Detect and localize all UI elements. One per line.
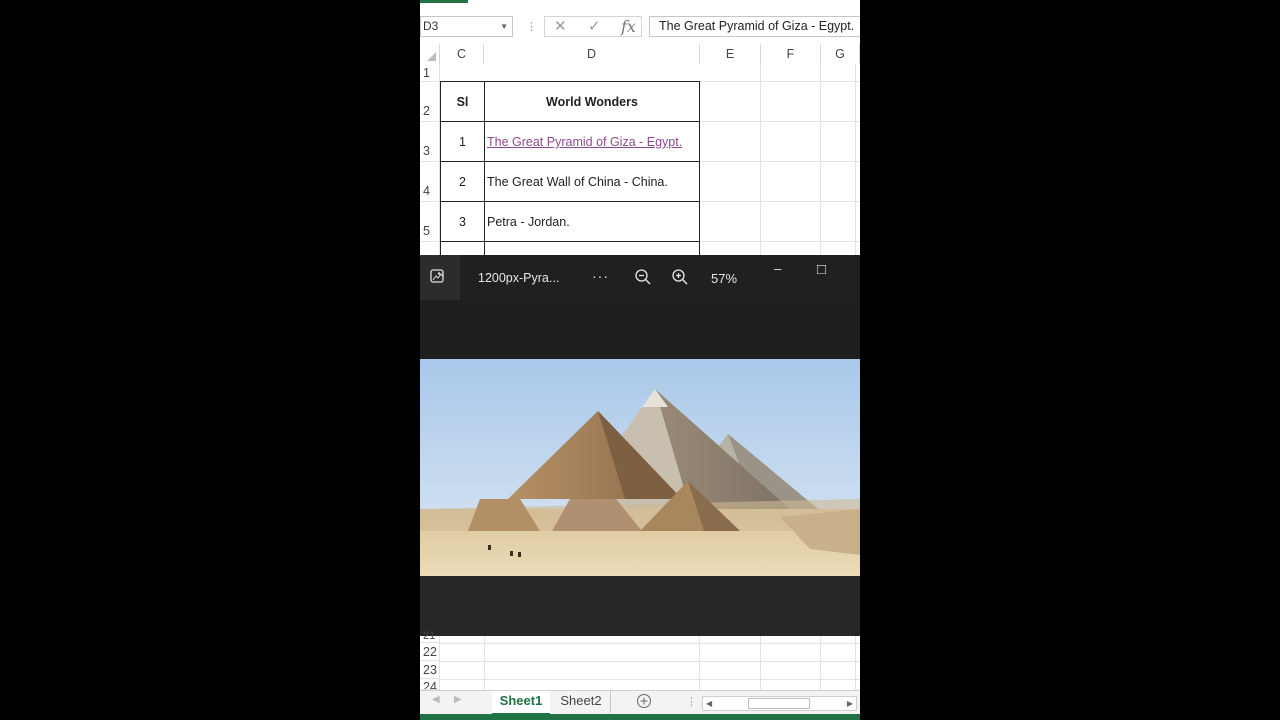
insert-function-icon[interactable]: fx bbox=[621, 17, 636, 36]
horizontal-scrollbar[interactable]: ◀ ▶ bbox=[702, 696, 857, 711]
formula-input[interactable]: The Great Pyramid of Giza - Egypt. bbox=[649, 16, 860, 37]
maximize-icon[interactable]: □ bbox=[817, 261, 826, 278]
scrollbar-thumb[interactable] bbox=[748, 698, 810, 709]
column-header-f[interactable]: F bbox=[761, 44, 821, 64]
formula-bar: D3 ▼ ⋮ ✕ ✓ fx The Great Pyramid of Giza … bbox=[420, 0, 860, 42]
photo-viewer-window: 1200px-Pyra... ··· 57% – □ bbox=[420, 255, 860, 636]
zoom-in-icon[interactable] bbox=[671, 268, 689, 291]
tab-split-grip-icon[interactable]: ⋮ bbox=[686, 695, 697, 708]
cell-wonder-3[interactable]: Petra - Jordan. bbox=[484, 201, 700, 242]
tab-sheet2[interactable]: Sheet2 bbox=[552, 691, 611, 713]
row-header-23[interactable]: 23 bbox=[420, 661, 440, 679]
row-header-1[interactable]: 1 bbox=[420, 64, 440, 82]
viewer-toolbar: 1200px-Pyra... ··· 57% – □ bbox=[420, 255, 860, 300]
name-box-value: D3 bbox=[423, 19, 439, 33]
row-header-22[interactable]: 22 bbox=[420, 643, 440, 661]
ribbon-accent bbox=[420, 0, 468, 3]
cell-wonder-2[interactable]: The Great Wall of China - China. bbox=[484, 161, 700, 202]
sheet-tab-bar: ◀ ▶ Sheet1 Sheet2 ⋮ ◀ ▶ bbox=[420, 690, 860, 715]
zoom-level[interactable]: 57% bbox=[711, 271, 737, 286]
worksheet-grid-lower: 21 22 23 24 bbox=[420, 630, 860, 690]
status-bar bbox=[420, 714, 860, 720]
chevron-down-icon[interactable]: ▼ bbox=[500, 17, 508, 36]
minimize-icon[interactable]: – bbox=[774, 261, 781, 276]
scroll-right-icon[interactable]: ▶ bbox=[454, 694, 462, 705]
row-header-4[interactable]: 4 bbox=[420, 162, 440, 202]
scroll-right-icon[interactable]: ▶ bbox=[847, 697, 853, 710]
row-header-3[interactable]: 3 bbox=[420, 122, 440, 162]
row-header-21[interactable]: 21 bbox=[420, 630, 440, 643]
tab-sheet1[interactable]: Sheet1 bbox=[492, 691, 550, 715]
select-all-corner[interactable] bbox=[420, 44, 440, 64]
pyramids-photo bbox=[420, 359, 860, 576]
more-options-icon[interactable]: ··· bbox=[592, 268, 609, 284]
cell-wonder-hyperlink-1[interactable]: The Great Pyramid of Giza - Egypt. bbox=[484, 121, 700, 162]
file-name: 1200px-Pyra... bbox=[478, 271, 560, 285]
column-header-e[interactable]: E bbox=[700, 44, 761, 64]
formula-buttons: ✕ ✓ fx bbox=[544, 16, 642, 37]
row-header-24[interactable]: 24 bbox=[420, 679, 440, 690]
scroll-left-icon[interactable]: ◀ bbox=[432, 694, 440, 705]
column-header-d[interactable]: D bbox=[484, 44, 700, 64]
header-cell-world-wonders[interactable]: World Wonders bbox=[484, 81, 700, 122]
row-header-2[interactable]: 2 bbox=[420, 82, 440, 122]
header-cell-sl[interactable]: Sl bbox=[440, 81, 485, 122]
column-header-g[interactable]: G bbox=[821, 44, 860, 64]
row-header-5[interactable]: 5 bbox=[420, 202, 440, 242]
zoom-out-icon[interactable] bbox=[634, 268, 652, 291]
formula-bar-grip-icon: ⋮ bbox=[526, 21, 537, 33]
cell-sl-3[interactable]: 3 bbox=[440, 201, 485, 242]
add-sheet-icon[interactable] bbox=[636, 693, 652, 714]
scroll-left-icon[interactable]: ◀ bbox=[706, 697, 712, 710]
cancel-icon[interactable]: ✕ bbox=[554, 17, 567, 36]
app-frame: D3 ▼ ⋮ ✕ ✓ fx The Great Pyramid of Giza … bbox=[420, 0, 860, 720]
name-box[interactable]: D3 ▼ bbox=[420, 16, 513, 37]
column-header-c[interactable]: C bbox=[440, 44, 484, 64]
photos-app-icon[interactable] bbox=[420, 255, 460, 300]
cell-sl-1[interactable]: 1 bbox=[440, 121, 485, 162]
cell-sl-2[interactable]: 2 bbox=[440, 161, 485, 202]
viewer-filmstrip-area bbox=[420, 576, 860, 636]
enter-icon[interactable]: ✓ bbox=[588, 17, 601, 36]
